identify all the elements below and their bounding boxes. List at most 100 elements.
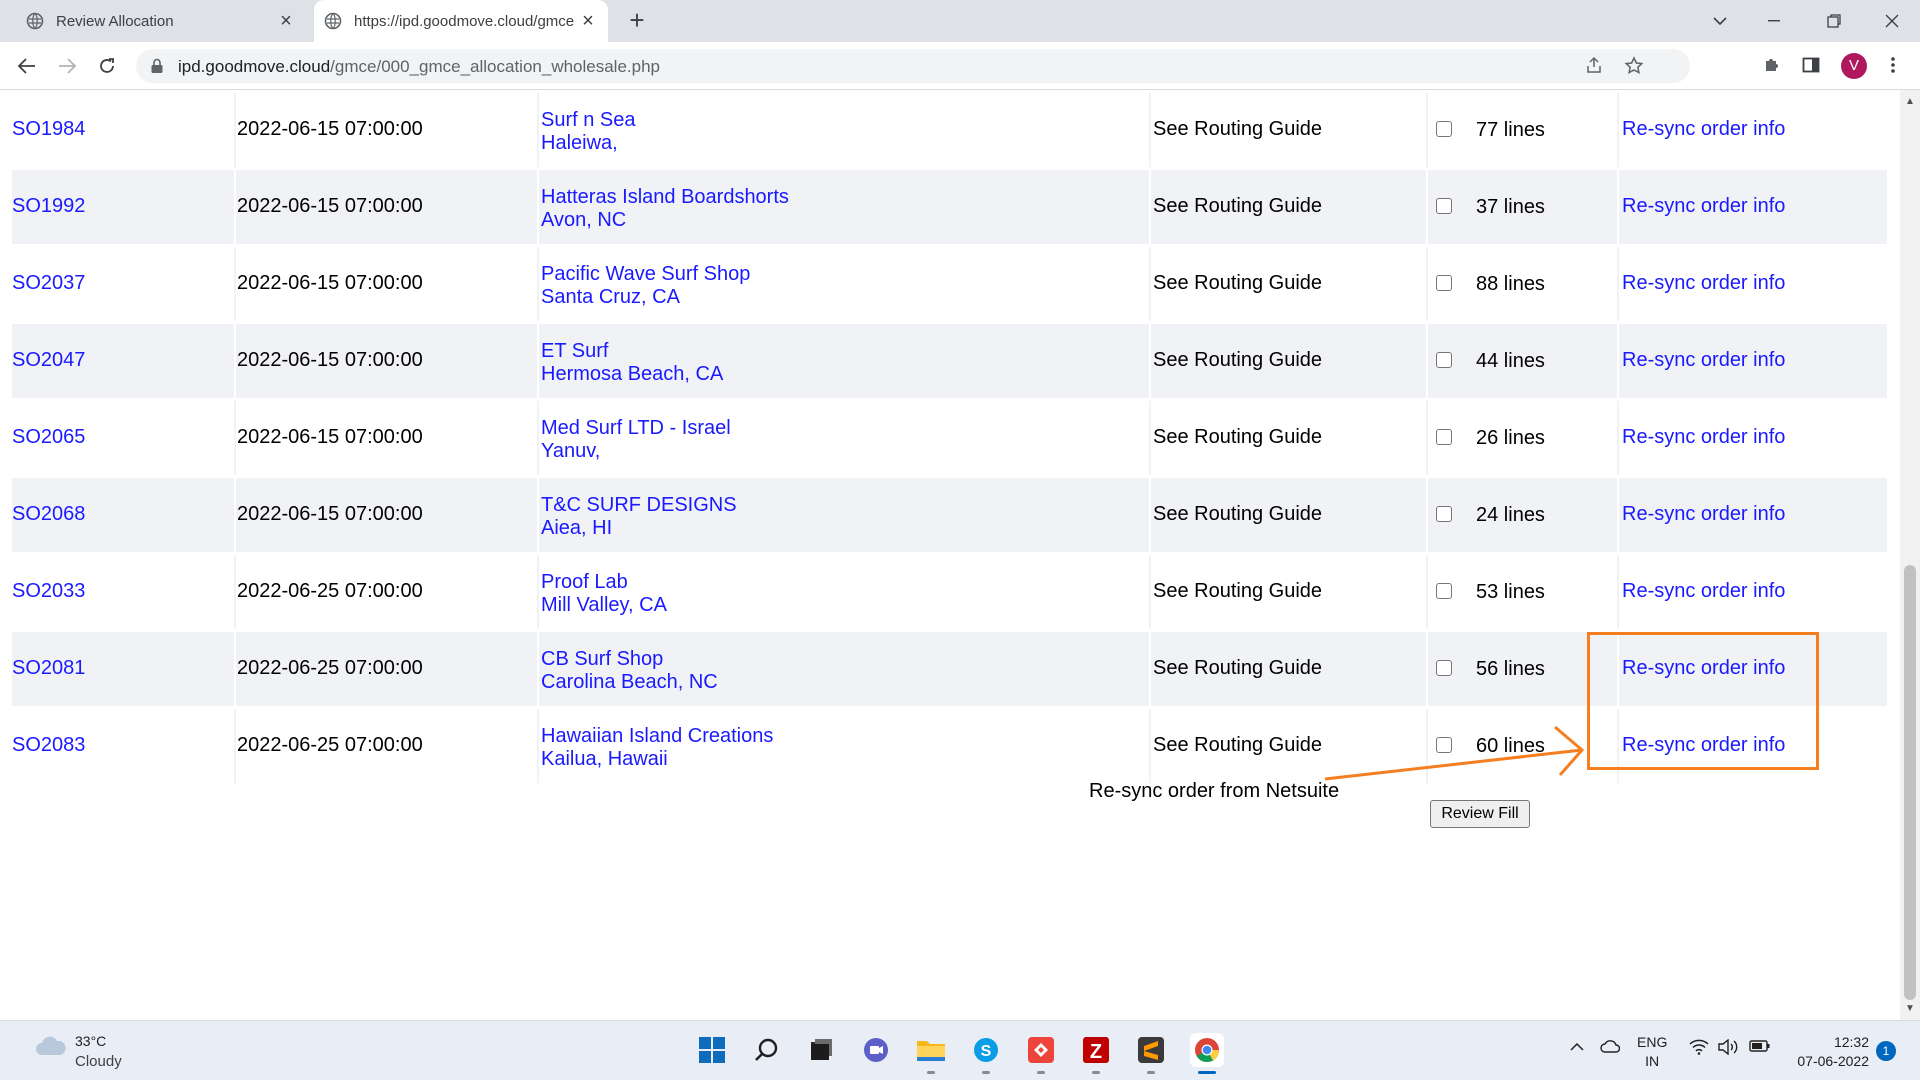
volume-icon[interactable] bbox=[1718, 1038, 1740, 1060]
customer-link[interactable]: Pacific Wave Surf Shop Santa Cruz, CA bbox=[541, 263, 750, 309]
order-number-link[interactable]: SO1992 bbox=[12, 195, 85, 218]
customer-link[interactable]: Proof Lab Mill Valley, CA bbox=[541, 571, 667, 617]
close-window-icon[interactable] bbox=[1864, 0, 1920, 42]
tab-allocation-wholesale[interactable]: https://ipd.goodmove.cloud/gmce × bbox=[314, 0, 608, 42]
weather-temperature[interactable]: 33°C bbox=[75, 1033, 106, 1049]
row-checkbox[interactable] bbox=[1436, 198, 1452, 214]
battery-icon[interactable] bbox=[1749, 1039, 1771, 1058]
notification-badge[interactable]: 1 bbox=[1876, 1041, 1896, 1061]
customer-link[interactable]: Hatteras Island Boardshorts Avon, NC bbox=[541, 186, 789, 232]
start-button[interactable] bbox=[695, 1033, 729, 1067]
column-divider bbox=[1426, 247, 1428, 321]
chrome-icon[interactable] bbox=[1190, 1033, 1224, 1074]
share-icon[interactable] bbox=[1584, 56, 1604, 76]
lock-icon[interactable] bbox=[150, 58, 166, 74]
new-tab-icon[interactable]: + bbox=[624, 7, 650, 34]
column-divider bbox=[234, 170, 236, 244]
line-count: 26 lines bbox=[1476, 427, 1545, 449]
routing-guide-text: See Routing Guide bbox=[1153, 349, 1323, 371]
tab-review-allocation[interactable]: Review Allocation × bbox=[16, 0, 306, 42]
column-divider bbox=[537, 324, 539, 398]
column-divider bbox=[1149, 555, 1151, 629]
show-hidden-icons-chevron-icon[interactable] bbox=[1570, 1039, 1584, 1057]
order-number-link[interactable]: SO1984 bbox=[12, 118, 85, 141]
skype-icon[interactable]: S bbox=[969, 1033, 1003, 1074]
forward-arrow-icon[interactable] bbox=[53, 52, 81, 80]
task-view-icon[interactable] bbox=[804, 1033, 838, 1067]
order-number-link[interactable]: SO2065 bbox=[12, 426, 85, 449]
resync-order-info-link[interactable]: Re-sync order info bbox=[1622, 349, 1785, 372]
customer-link[interactable]: T&C SURF DESIGNS Aiea, HI bbox=[541, 494, 737, 540]
resync-order-info-link[interactable]: Re-sync order info bbox=[1622, 503, 1785, 526]
ship-date: 2022-06-25 07:00:00 bbox=[237, 734, 423, 756]
close-tab-icon[interactable]: × bbox=[276, 11, 296, 31]
annotation-arrow-icon bbox=[1324, 725, 1585, 781]
page-scrollbar[interactable]: ▲ ▼ bbox=[1900, 90, 1920, 1020]
language-indicator[interactable]: ENG IN bbox=[1637, 1033, 1667, 1071]
url-path: /gmce/000_gmce_allocation_wholesale.php bbox=[330, 57, 661, 76]
url-text[interactable]: ipd.goodmove.cloud/gmce/000_gmce_allocat… bbox=[178, 57, 660, 77]
review-fill-button[interactable]: Review Fill bbox=[1430, 800, 1530, 828]
extensions-puzzle-icon[interactable] bbox=[1762, 56, 1782, 76]
table-row: SO2033 2022-06-25 07:00:00 Proof Lab Mill V… bbox=[12, 555, 1887, 629]
restore-icon[interactable] bbox=[1806, 0, 1862, 42]
order-number-link[interactable]: SO2033 bbox=[12, 580, 85, 603]
kebab-menu-icon[interactable] bbox=[1883, 56, 1903, 76]
customer-link[interactable]: CB Surf Shop Carolina Beach, NC bbox=[541, 648, 718, 694]
scrollbar-thumb[interactable] bbox=[1904, 565, 1916, 1000]
scroll-down-arrow-icon[interactable]: ▼ bbox=[1905, 1003, 1915, 1014]
row-checkbox[interactable] bbox=[1436, 583, 1452, 599]
row-checkbox[interactable] bbox=[1436, 352, 1452, 368]
system-clock[interactable]: 12:32 07-06-2022 bbox=[1785, 1033, 1869, 1071]
cloud-weather-icon[interactable] bbox=[34, 1035, 68, 1057]
order-number-link[interactable]: SO2047 bbox=[12, 349, 85, 372]
resync-order-info-link[interactable]: Re-sync order info bbox=[1622, 272, 1785, 295]
search-icon[interactable] bbox=[750, 1033, 784, 1067]
order-number-link[interactable]: SO2081 bbox=[12, 657, 85, 680]
side-panel-icon[interactable] bbox=[1801, 56, 1821, 76]
row-checkbox[interactable] bbox=[1436, 506, 1452, 522]
customer-location: Avon, NC bbox=[541, 209, 627, 231]
bookmark-star-icon[interactable] bbox=[1624, 56, 1644, 76]
row-checkbox[interactable] bbox=[1436, 121, 1452, 137]
resync-order-info-link[interactable]: Re-sync order info bbox=[1622, 195, 1785, 218]
column-divider bbox=[1426, 632, 1428, 706]
customer-link[interactable]: ET Surf Hermosa Beach, CA bbox=[541, 340, 723, 386]
order-number-link[interactable]: SO2037 bbox=[12, 272, 85, 295]
onedrive-cloud-icon[interactable] bbox=[1600, 1039, 1621, 1058]
column-divider bbox=[1617, 324, 1619, 398]
filezilla-icon[interactable]: Z bbox=[1079, 1033, 1113, 1074]
minimize-icon[interactable] bbox=[1746, 0, 1802, 42]
column-divider bbox=[1149, 247, 1151, 321]
reload-icon[interactable] bbox=[93, 52, 121, 80]
anydesk-icon[interactable] bbox=[1024, 1033, 1058, 1074]
line-count: 24 lines bbox=[1476, 504, 1545, 526]
scroll-up-arrow-icon[interactable]: ▲ bbox=[1905, 96, 1915, 107]
row-checkbox[interactable] bbox=[1436, 660, 1452, 676]
back-arrow-icon[interactable] bbox=[13, 52, 41, 80]
customer-link[interactable]: Hawaiian Island Creations Kailua, Hawaii bbox=[541, 725, 773, 771]
order-number-link[interactable]: SO2068 bbox=[12, 503, 85, 526]
address-bar[interactable]: ipd.goodmove.cloud/gmce/000_gmce_allocat… bbox=[136, 49, 1690, 83]
resync-order-info-link[interactable]: Re-sync order info bbox=[1622, 580, 1785, 603]
tab-search-chevron-icon[interactable] bbox=[1692, 0, 1748, 42]
close-tab-icon[interactable]: × bbox=[578, 11, 598, 31]
resync-order-info-link[interactable]: Re-sync order info bbox=[1622, 426, 1785, 449]
customer-link[interactable]: Med Surf LTD - Israel Yanuv, bbox=[541, 417, 731, 463]
globe-icon bbox=[26, 12, 44, 30]
resync-order-info-link[interactable]: Re-sync order info bbox=[1622, 118, 1785, 141]
weather-description[interactable]: Cloudy bbox=[75, 1053, 122, 1070]
row-checkbox[interactable] bbox=[1436, 275, 1452, 291]
clock-date: 07-06-2022 bbox=[1797, 1053, 1869, 1069]
customer-link[interactable]: Surf n Sea Haleiwa, bbox=[541, 109, 636, 155]
file-explorer-icon[interactable] bbox=[914, 1033, 948, 1074]
column-divider bbox=[1149, 632, 1151, 706]
svg-text:S: S bbox=[981, 1043, 992, 1060]
teams-chat-icon[interactable] bbox=[859, 1033, 893, 1067]
profile-avatar[interactable]: V bbox=[1841, 53, 1867, 79]
running-indicator bbox=[1147, 1071, 1155, 1074]
wifi-icon[interactable] bbox=[1689, 1039, 1709, 1060]
order-number-link[interactable]: SO2083 bbox=[12, 734, 85, 757]
row-checkbox[interactable] bbox=[1436, 429, 1452, 445]
sublime-text-icon[interactable] bbox=[1134, 1033, 1168, 1074]
